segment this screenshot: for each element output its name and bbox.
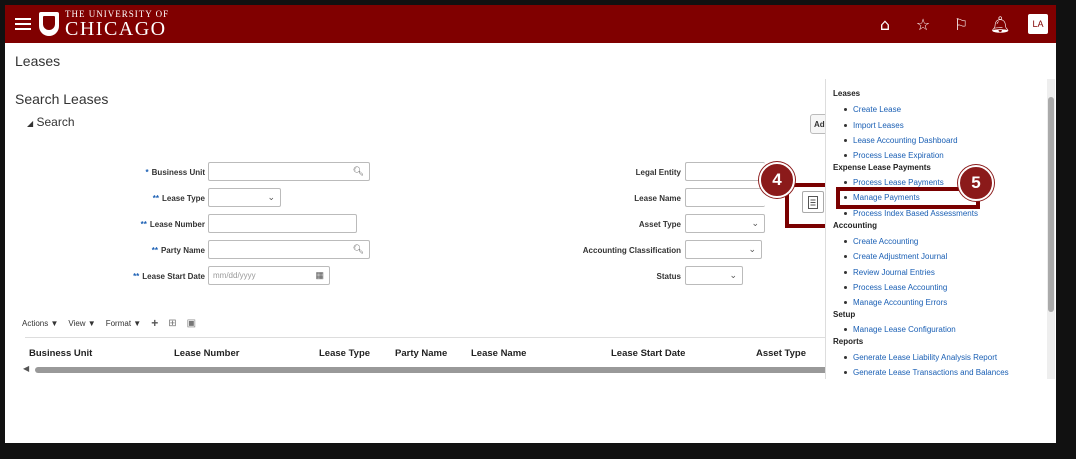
- collapse-triangle-icon: ◢: [27, 119, 34, 128]
- search-toggle-label: Search: [36, 115, 75, 129]
- party-name-input[interactable]: 🔍︎: [208, 240, 370, 259]
- table-toolbar: Actions ▼ View ▼ Format ▼ + ⊞ ▣: [22, 316, 196, 330]
- results-table-header: Business Unit Lease Number Lease Type Pa…: [25, 337, 845, 365]
- menu-create-lease[interactable]: Create Lease: [844, 102, 1048, 117]
- lease-number-input[interactable]: [208, 214, 357, 233]
- chevron-down-icon: ⌄: [751, 218, 759, 228]
- asset-type-label: Asset Type: [638, 220, 681, 229]
- status-label: Status: [656, 272, 681, 281]
- column-asset-type[interactable]: Asset Type: [756, 348, 806, 359]
- legal-entity-label: Legal Entity: [635, 168, 681, 177]
- group-expense-lease-payments: Expense Lease Payments: [833, 163, 931, 172]
- status-select[interactable]: ⌄: [685, 266, 743, 285]
- menu-lease-accounting-dashboard[interactable]: Lease Accounting Dashboard: [844, 133, 1048, 148]
- chevron-down-icon: ⌄: [748, 244, 756, 254]
- menu-import-leases[interactable]: Import Leases: [844, 117, 1048, 133]
- chevron-down-icon: ⌄: [729, 270, 737, 280]
- legal-entity-select[interactable]: [685, 162, 765, 181]
- callout-badge-4: 4: [759, 162, 795, 198]
- menu-review-journal-entries[interactable]: Review Journal Entries: [844, 264, 1048, 280]
- search-section-toggle[interactable]: ◢ Search: [27, 115, 75, 129]
- tasks-list-icon: [808, 195, 818, 209]
- chevron-down-icon: ⌄: [267, 192, 275, 202]
- column-lease-number[interactable]: Lease Number: [174, 348, 239, 359]
- lease-type-label: ** Lease Type: [152, 194, 205, 203]
- menu-process-lease-accounting[interactable]: Process Lease Accounting: [844, 280, 1048, 295]
- shield-icon: [39, 12, 59, 36]
- menu-process-lease-expiration[interactable]: Process Lease Expiration: [844, 148, 1048, 163]
- menu-create-accounting[interactable]: Create Accounting: [844, 233, 1048, 249]
- menu-manage-lease-configuration[interactable]: Manage Lease Configuration: [844, 322, 1048, 337]
- page-title: Leases: [15, 53, 61, 69]
- search-heading: Search Leases: [15, 91, 109, 107]
- tasks-button[interactable]: [802, 191, 824, 213]
- column-business-unit[interactable]: Business Unit: [29, 348, 92, 359]
- favorites-icon[interactable]: ☆: [914, 15, 932, 34]
- tasks-panel: Leases Create Lease Import Leases Lease …: [825, 79, 1055, 379]
- university-logo[interactable]: THE UNIVERSITY OF CHICAGO: [39, 9, 169, 40]
- callout-box-5: [836, 187, 980, 209]
- asset-type-select[interactable]: ⌄: [685, 214, 765, 233]
- panel-scrollbar-thumb[interactable]: [1048, 97, 1054, 312]
- menu-create-adjustment-journal[interactable]: Create Adjustment Journal: [844, 249, 1048, 264]
- avatar[interactable]: LA: [1028, 14, 1048, 34]
- menu-generate-lease-transactions-and-balances[interactable]: Generate Lease Transactions and Balances: [844, 365, 1048, 379]
- lease-start-date-label: ** Lease Start Date: [133, 272, 205, 281]
- column-lease-name[interactable]: Lease Name: [471, 348, 526, 359]
- bell-icon[interactable]: 🔔︎: [990, 15, 1010, 34]
- column-party-name[interactable]: Party Name: [395, 348, 447, 359]
- menu-manage-accounting-errors[interactable]: Manage Accounting Errors: [844, 295, 1048, 310]
- scroll-left-icon[interactable]: ◀: [23, 364, 29, 373]
- group-setup: Setup: [833, 310, 856, 319]
- business-unit-input[interactable]: 🔍︎: [208, 162, 370, 181]
- actions-menu[interactable]: Actions ▼: [22, 319, 58, 328]
- format-menu[interactable]: Format ▼: [106, 319, 141, 328]
- panel-vertical-scrollbar[interactable]: [1047, 79, 1055, 379]
- callout-badge-5: 5: [958, 165, 994, 201]
- business-unit-label: * Business Unit: [145, 168, 205, 177]
- group-leases: Leases: [833, 89, 861, 98]
- freeze-icon[interactable]: ⊞: [168, 318, 176, 329]
- search-icon[interactable]: 🔍︎: [353, 166, 364, 177]
- lease-name-input[interactable]: [685, 188, 765, 207]
- lease-type-select[interactable]: ⌄: [208, 188, 281, 207]
- accounting-classification-select[interactable]: ⌄: [685, 240, 762, 259]
- column-lease-start-date[interactable]: Lease Start Date: [611, 348, 685, 359]
- column-lease-type[interactable]: Lease Type: [319, 348, 370, 359]
- logo-big-text: CHICAGO: [65, 17, 167, 40]
- lease-number-label: ** Lease Number: [140, 220, 205, 229]
- add-icon[interactable]: +: [151, 316, 158, 330]
- screenshot-frame: THE UNIVERSITY OF CHICAGO ⌂ ☆ ⚐ 🔔︎ LA Le…: [0, 0, 1076, 459]
- horizontal-scrollbar[interactable]: ◀: [23, 364, 843, 374]
- search-icon[interactable]: 🔍︎: [353, 244, 364, 255]
- hamburger-menu-icon[interactable]: [15, 18, 31, 30]
- home-icon[interactable]: ⌂: [876, 15, 894, 34]
- calendar-icon[interactable]: ▦: [315, 270, 324, 281]
- group-accounting: Accounting: [833, 221, 877, 230]
- date-placeholder: mm/dd/yyyy: [213, 271, 256, 280]
- flag-icon[interactable]: ⚐: [952, 15, 970, 34]
- accounting-classification-label: Accounting Classification: [582, 246, 681, 255]
- lease-name-label: Lease Name: [634, 194, 681, 203]
- scrollbar-thumb[interactable]: [35, 367, 835, 373]
- detach-icon[interactable]: ▣: [187, 318, 196, 329]
- group-reports: Reports: [833, 337, 864, 346]
- view-menu[interactable]: View ▼: [68, 319, 95, 328]
- lease-start-date-input[interactable]: mm/dd/yyyy ▦: [208, 266, 330, 285]
- party-name-label: ** Party Name: [151, 246, 205, 255]
- menu-generate-lease-liability-analysis-report[interactable]: Generate Lease Liability Analysis Report: [844, 349, 1048, 365]
- top-navigation-bar: THE UNIVERSITY OF CHICAGO ⌂ ☆ ⚐ 🔔︎ LA: [5, 5, 1056, 43]
